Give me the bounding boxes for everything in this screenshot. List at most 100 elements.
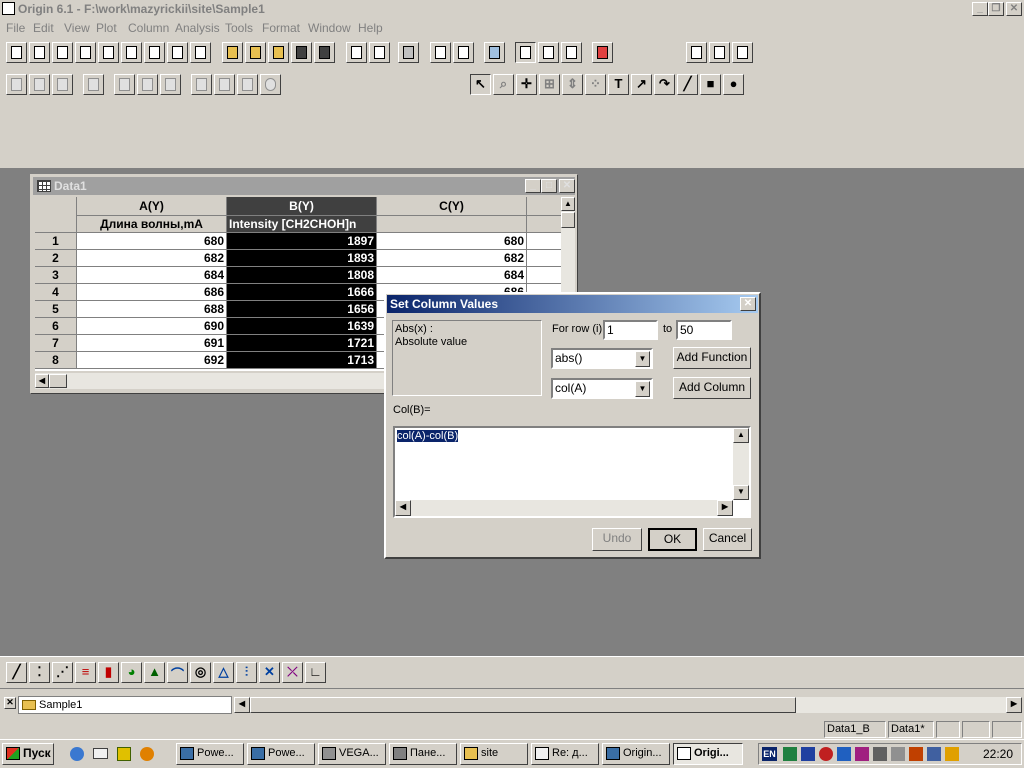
zoom-tool-icon[interactable]: ⌕ (493, 74, 514, 95)
cell-b[interactable]: 1639 (227, 318, 377, 335)
cell-b[interactable]: 1656 (227, 301, 377, 318)
results-log-icon[interactable] (515, 42, 536, 63)
template-icon[interactable]: ∟ (305, 662, 326, 683)
new-project-icon[interactable] (6, 42, 27, 63)
menu-window[interactable]: Window (308, 21, 351, 35)
column-header-b[interactable]: B(Y) (227, 197, 377, 216)
row-header[interactable]: 7 (35, 335, 77, 352)
project-close-icon[interactable]: ✕ (4, 697, 16, 709)
pie-chart-icon[interactable]: ◕ (121, 662, 142, 683)
scroll-up-icon[interactable]: ▲ (561, 197, 575, 211)
column-header-d[interactable] (527, 197, 561, 216)
chevron-down-icon[interactable]: ▼ (635, 351, 650, 367)
import-ascii-icon[interactable] (346, 42, 367, 63)
scroll-right-icon[interactable]: ▶ (717, 500, 733, 516)
quick-launch-mail-icon[interactable] (93, 748, 108, 759)
scroll-thumb[interactable] (561, 212, 575, 228)
task-control-panel[interactable]: Пане... (389, 743, 457, 765)
open-icon[interactable] (222, 42, 243, 63)
task-powerpoint-1[interactable]: Powe... (176, 743, 244, 765)
pointer-tool-icon[interactable]: ↖ (470, 74, 491, 95)
cell-a[interactable]: 691 (77, 335, 227, 352)
tray-antivirus-icon[interactable] (819, 747, 833, 761)
rescale-icon[interactable] (83, 74, 104, 95)
polar-plot-icon[interactable]: ◎ (190, 662, 211, 683)
new-matrix-icon[interactable] (98, 42, 119, 63)
save-template-icon[interactable] (314, 42, 335, 63)
timer-icon[interactable] (260, 74, 281, 95)
cell-a[interactable]: 682 (77, 250, 227, 267)
line-symbol-plot-icon[interactable]: ⋰ (52, 662, 73, 683)
zoom-out-icon[interactable] (29, 74, 50, 95)
scatter-plot-icon[interactable]: ⁚ (29, 662, 50, 683)
column-label-b[interactable]: Intensity [CH2CHOH]n (227, 216, 377, 233)
tray-book-icon[interactable] (909, 747, 923, 761)
tray-shield-icon[interactable] (801, 747, 815, 761)
copy-icon[interactable] (709, 42, 730, 63)
scroll-left-icon[interactable]: ◀ (234, 697, 250, 713)
menu-edit[interactable]: Edit (33, 21, 54, 35)
column-label-d[interactable] (527, 216, 561, 233)
column-label-c[interactable] (377, 216, 527, 233)
new-excel-icon[interactable] (52, 42, 73, 63)
line-plot-icon[interactable]: ╱ (6, 662, 27, 683)
cancel-button[interactable]: Cancel (703, 528, 752, 551)
project-folder-tree[interactable]: Sample1 (18, 696, 232, 714)
expression-vscroll[interactable]: ▲ ▼ (733, 428, 749, 500)
cell-a[interactable]: 686 (77, 284, 227, 301)
quick-launch-app-icon[interactable] (117, 747, 131, 761)
restore-button[interactable]: ❐ (988, 2, 1004, 16)
curved-arrow-icon[interactable]: ↷ (654, 74, 675, 95)
minimize-button[interactable]: _ (972, 2, 988, 16)
project-explorer-icon[interactable] (484, 42, 505, 63)
worksheet-minimize-button[interactable]: _ (525, 179, 541, 193)
cell-d[interactable] (527, 250, 561, 267)
layers-2-icon[interactable] (137, 74, 158, 95)
tray-clock[interactable]: 22:20 (983, 747, 1013, 761)
scroll-down-icon[interactable]: ▼ (733, 485, 749, 500)
tray-printer-icon[interactable] (891, 747, 905, 761)
quick-launch-media-icon[interactable] (140, 747, 154, 761)
menu-format[interactable]: Format (262, 21, 300, 35)
tray-security-icon[interactable] (855, 747, 869, 761)
menu-file[interactable]: File (6, 21, 25, 35)
text-tool-icon[interactable]: T (608, 74, 629, 95)
row-header[interactable]: 2 (35, 250, 77, 267)
menu-plot[interactable]: Plot (96, 21, 117, 35)
data-selector-icon[interactable]: ⇕ (562, 74, 583, 95)
layers-4-icon[interactable] (160, 74, 181, 95)
column-label-a[interactable]: Длина волны,mA (77, 216, 227, 233)
row-to-input[interactable]: 50 (676, 320, 732, 340)
arrow-tool-icon[interactable]: ↗ (631, 74, 652, 95)
new-function-icon[interactable] (121, 42, 142, 63)
menu-analysis[interactable]: Analysis (175, 21, 220, 35)
box-chart-icon[interactable]: ⤫ (282, 662, 303, 683)
area-chart-icon[interactable]: ▲ (144, 662, 165, 683)
screen-reader-icon[interactable]: ✛ (516, 74, 537, 95)
chevron-down-icon[interactable]: ▼ (635, 381, 650, 397)
cell-d[interactable] (527, 233, 561, 250)
refresh-icon[interactable] (430, 42, 451, 63)
dialog-close-button[interactable]: ✕ (740, 297, 756, 311)
tray-disk-icon[interactable] (837, 747, 851, 761)
cell-b[interactable]: 1666 (227, 284, 377, 301)
scroll-left-icon[interactable]: ◀ (395, 500, 411, 516)
cell-a[interactable]: 688 (77, 301, 227, 318)
vector-xyam-icon[interactable]: ✕ (259, 662, 280, 683)
add-column-button[interactable]: Add Column (673, 377, 751, 399)
column-combo[interactable]: col(A) ▼ (551, 378, 653, 399)
row-from-input[interactable]: 1 (603, 320, 658, 340)
align-icon[interactable] (191, 74, 212, 95)
column-header-a[interactable]: A(Y) (77, 197, 227, 216)
close-button[interactable]: ✕ (1006, 2, 1022, 16)
task-origin-doc[interactable]: Origin... (602, 743, 670, 765)
project-hscroll-thumb[interactable] (250, 697, 796, 713)
tray-volume-icon[interactable] (873, 747, 887, 761)
scroll-right-icon[interactable]: ▶ (1006, 697, 1022, 713)
menu-column[interactable]: Column (128, 21, 169, 35)
draw-data-icon[interactable]: ⁘ (585, 74, 606, 95)
menu-tools[interactable]: Tools (225, 21, 253, 35)
new-graph-icon[interactable] (75, 42, 96, 63)
cell-c[interactable]: 682 (377, 250, 527, 267)
open-excel-icon[interactable] (268, 42, 289, 63)
